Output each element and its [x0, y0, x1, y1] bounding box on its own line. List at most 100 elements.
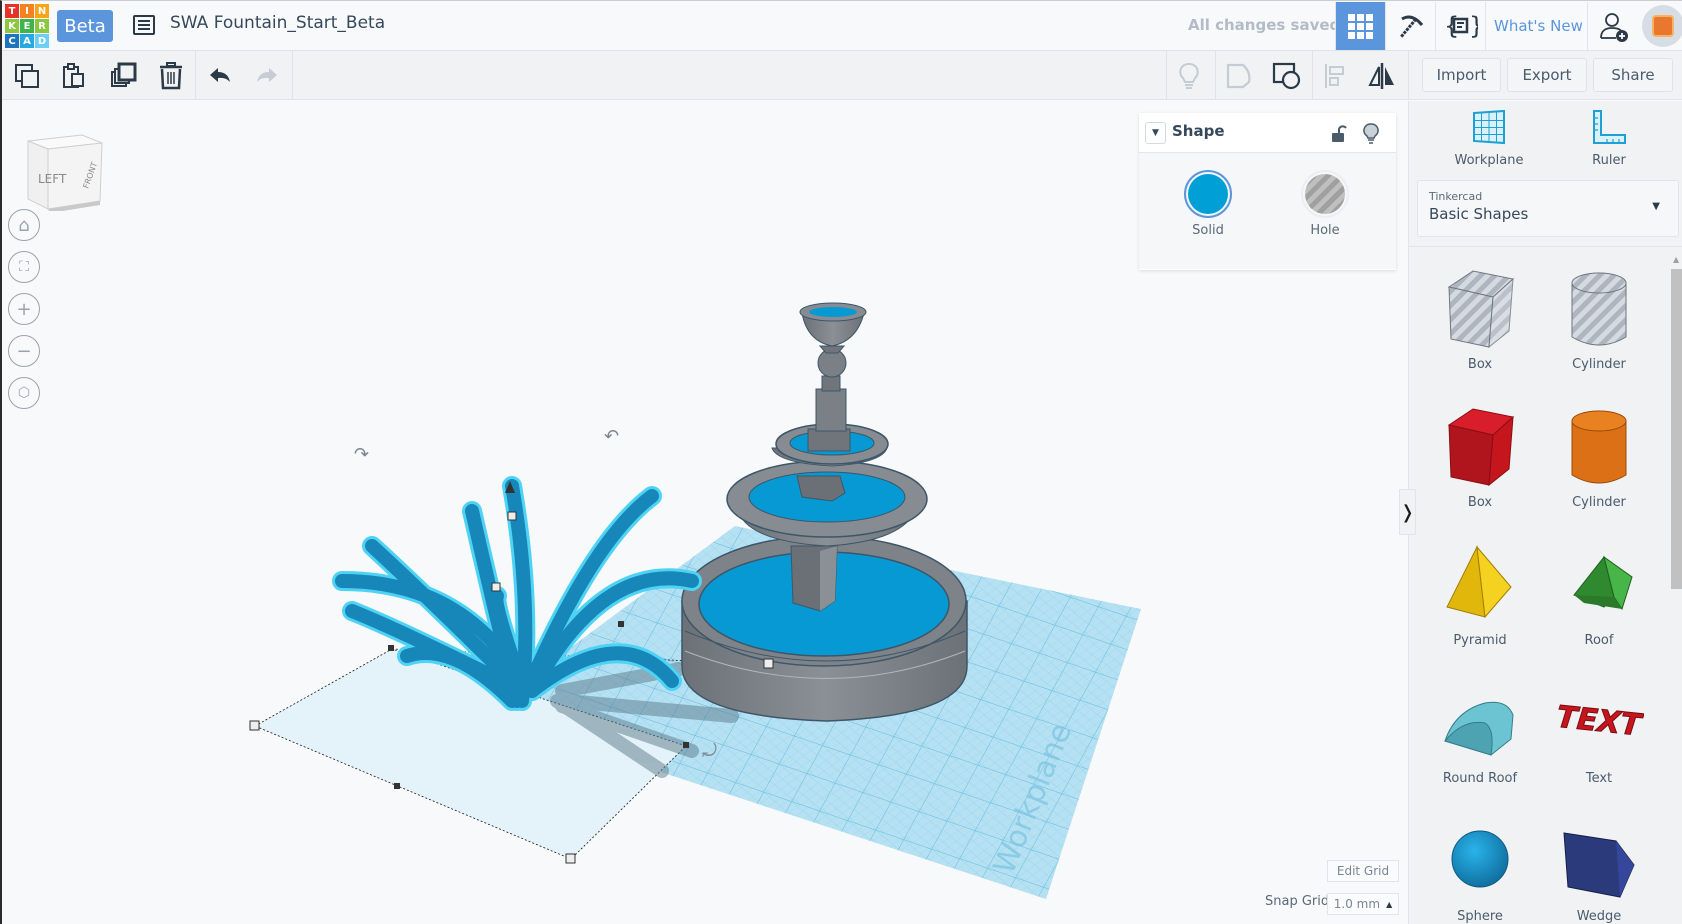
- workplane-tool[interactable]: Workplane: [1439, 109, 1539, 168]
- zoom-in-button[interactable]: +: [8, 293, 40, 325]
- logo-letter: C: [5, 34, 19, 48]
- shape-item-box-hole[interactable]: Box: [1425, 261, 1535, 372]
- corner-handle[interactable]: [763, 658, 774, 669]
- group-button[interactable]: [1270, 59, 1304, 93]
- undo-button[interactable]: [203, 59, 237, 93]
- edge-handle[interactable]: [683, 742, 689, 748]
- chevron-right-icon: ❭: [1399, 501, 1416, 523]
- code-blocks-icon: {}: [1444, 12, 1478, 40]
- rotate-handle-icon[interactable]: ↷: [354, 444, 369, 465]
- view-cube[interactable]: LEFT FRONT: [24, 131, 104, 211]
- rotate-handle-icon[interactable]: ⤾: [702, 741, 717, 762]
- edge-handle[interactable]: [394, 783, 400, 789]
- mirror-button[interactable]: [1365, 59, 1399, 93]
- delete-button[interactable]: [154, 59, 188, 93]
- ruler-tool[interactable]: Ruler: [1559, 109, 1659, 168]
- user-avatar[interactable]: [1642, 5, 1682, 47]
- edge-handle[interactable]: [388, 645, 394, 651]
- paste-button[interactable]: [57, 59, 91, 93]
- copy-button[interactable]: [10, 59, 44, 93]
- show-all-button[interactable]: [1172, 59, 1206, 93]
- pyramid-icon: [1435, 537, 1525, 627]
- toolbar-divider: [1215, 51, 1216, 100]
- snap-grid-select[interactable]: 1.0 mm ▲: [1327, 893, 1399, 915]
- sphere-icon: [1435, 813, 1525, 903]
- shapes-scrollbar[interactable]: ▲: [1671, 255, 1682, 924]
- save-status: All changes saved: [1188, 16, 1341, 34]
- shape-item-sphere[interactable]: Sphere: [1425, 813, 1535, 924]
- hole-option[interactable]: [1301, 170, 1349, 218]
- redo-button[interactable]: [250, 59, 284, 93]
- shape-label: Wedge: [1576, 909, 1622, 924]
- show-all-icon: [1179, 62, 1199, 89]
- box-hole-icon: [1435, 261, 1525, 351]
- solid-option[interactable]: [1184, 170, 1232, 218]
- height-handle[interactable]: [491, 582, 501, 592]
- fit-all-button[interactable]: ⛶: [8, 251, 40, 283]
- shape-item-box[interactable]: Box: [1425, 399, 1535, 510]
- round-roof-icon: [1435, 675, 1525, 765]
- shape-item-roof[interactable]: Roof: [1544, 537, 1654, 648]
- pickaxe-icon: [1399, 15, 1423, 38]
- shape-label: Roof: [1584, 633, 1614, 648]
- rotate-handle-icon[interactable]: ↶: [604, 426, 619, 447]
- toolbar-divider: [195, 51, 196, 100]
- svg-text:}: }: [1469, 12, 1478, 40]
- logo-letter: N: [35, 4, 49, 18]
- shape-library-dropdown[interactable]: Tinkercad Basic Shapes ▼: [1417, 180, 1679, 237]
- caret-up-icon: ▲: [1386, 899, 1393, 909]
- copy-icon: [15, 64, 39, 88]
- corner-handle[interactable]: [565, 853, 576, 864]
- logo-letter: K: [5, 19, 19, 33]
- shape-label: Sphere: [1457, 909, 1503, 924]
- logo-letter: A: [20, 34, 34, 48]
- tinkercad-logo[interactable]: TIN KER CAD: [5, 4, 49, 48]
- edit-grid-button[interactable]: Edit Grid: [1327, 860, 1399, 882]
- list-icon[interactable]: [133, 15, 155, 35]
- unlock-icon[interactable]: [1331, 125, 1347, 143]
- add-user-button[interactable]: [1587, 2, 1639, 50]
- lightbulb-icon[interactable]: [1363, 123, 1379, 145]
- top-bar: TIN KER CAD Beta SWA Fountain_Start_Beta A…: [2, 1, 1682, 51]
- minus-icon: −: [16, 340, 32, 362]
- delete-icon: [160, 62, 182, 90]
- shape-item-wedge[interactable]: Wedge: [1544, 813, 1654, 924]
- grid-view-button[interactable]: [1335, 2, 1385, 50]
- shape-item-cylinder[interactable]: Cylinder: [1544, 399, 1654, 510]
- collapse-panel-button[interactable]: ▼: [1145, 122, 1166, 144]
- document-title[interactable]: SWA Fountain_Start_Beta: [170, 13, 385, 33]
- share-button[interactable]: Share: [1593, 58, 1673, 92]
- duplicate-button[interactable]: [107, 59, 141, 93]
- home-view-button[interactable]: ⌂: [8, 209, 40, 241]
- corner-handle[interactable]: [249, 720, 260, 731]
- scroll-up-icon[interactable]: ▲: [1673, 255, 1679, 264]
- edge-handle[interactable]: [618, 621, 624, 627]
- shape-item-round-roof[interactable]: Round Roof: [1425, 675, 1535, 786]
- shape-item-text[interactable]: TEXT Text: [1544, 675, 1654, 786]
- export-button[interactable]: Export: [1507, 58, 1587, 92]
- note-button[interactable]: [1222, 59, 1256, 93]
- text-icon: TEXT: [1554, 675, 1645, 765]
- shape-label: Round Roof: [1442, 771, 1518, 786]
- shape-item-cylinder-hole[interactable]: Cylinder: [1544, 261, 1654, 372]
- group-icon: [1272, 62, 1301, 90]
- align-button[interactable]: [1318, 59, 1352, 93]
- box-icon: [1435, 399, 1525, 489]
- scroll-thumb[interactable]: [1671, 269, 1682, 589]
- toolbar-divider: [292, 51, 293, 100]
- cylinder-hole-icon: [1554, 261, 1644, 351]
- collapse-sidebar-toggle[interactable]: ❭: [1399, 489, 1416, 535]
- svg-text:TEXT: TEXT: [1555, 700, 1644, 744]
- import-button[interactable]: Import: [1422, 58, 1501, 92]
- zoom-out-button[interactable]: −: [8, 335, 40, 367]
- beta-badge[interactable]: Beta: [57, 10, 113, 42]
- minecraft-button[interactable]: [1385, 2, 1435, 50]
- fountain-model[interactable]: [681, 302, 968, 722]
- edit-toolbar: Import Export Share: [2, 51, 1682, 100]
- align-icon: [1325, 64, 1344, 88]
- whats-new-label[interactable]: What's New: [1494, 17, 1583, 35]
- codeblocks-button[interactable]: {}: [1435, 2, 1485, 50]
- height-handle[interactable]: [507, 511, 517, 521]
- shape-item-pyramid[interactable]: Pyramid: [1425, 537, 1535, 648]
- perspective-button[interactable]: ⬡: [8, 377, 40, 409]
